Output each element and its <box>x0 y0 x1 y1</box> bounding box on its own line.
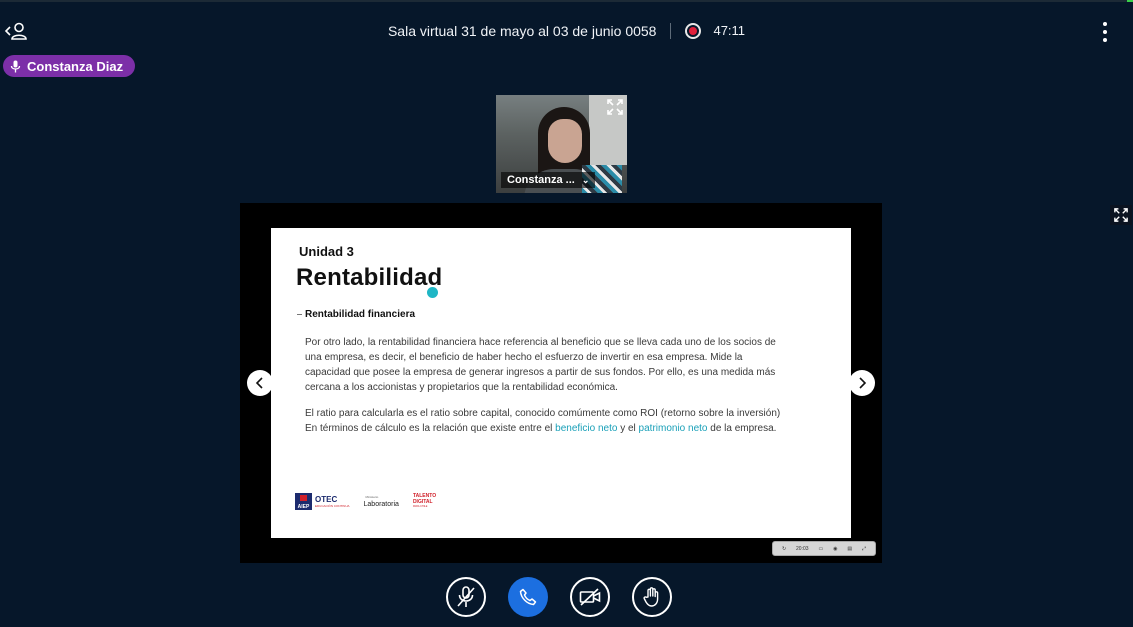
slide-paragraph-2: El ratio para calcularla es el ratio sob… <box>305 406 785 436</box>
camera-button[interactable] <box>570 577 610 617</box>
caption-icon[interactable]: ▤ <box>847 546 852 552</box>
leave-audio-button[interactable] <box>508 577 548 617</box>
talento-digital-logo: TALENTO DIGITAL PARA CHILE <box>413 493 441 509</box>
recording-time: 47:11 <box>713 23 746 38</box>
presenter-pointer <box>427 287 438 298</box>
connection-dot <box>1127 0 1133 2</box>
webcam-name: Constanza ... <box>507 174 575 186</box>
next-slide-button[interactable] <box>849 370 875 396</box>
otec-label: OTEC <box>315 495 338 504</box>
slide-subtitle: Rentabilidad financiera <box>305 309 416 320</box>
slide-mini-toolbar: ↻ 20:03 ▭ ◉ ▤ ⤢ <box>772 541 876 556</box>
record-button[interactable] <box>685 23 702 39</box>
options-menu-button[interactable] <box>1097 22 1113 42</box>
fullscreen-icon[interactable] <box>607 99 623 115</box>
slide-title: Rentabilidad <box>296 264 443 291</box>
microphone-icon <box>10 60 21 72</box>
slide-logos: AIEP OTEC EDUCACIÓN CONTINUA Ministerio … <box>295 493 441 517</box>
mini-time: 20:03 <box>796 545 809 552</box>
link-patrimonio-neto: patrimonio neto <box>638 423 708 434</box>
slide-paragraph-1: Por otro lado, la rentabilidad financier… <box>305 337 776 393</box>
raise-hand-button[interactable] <box>632 577 672 617</box>
action-bar <box>446 577 678 617</box>
fullscreen-icon <box>1114 208 1128 222</box>
refresh-icon[interactable]: ↻ <box>782 546 786 552</box>
aiep-otec-logo: AIEP OTEC EDUCACIÓN CONTINUA <box>295 493 350 510</box>
laboratoria-small-label: Ministerio <box>365 495 379 499</box>
phone-icon <box>519 588 537 606</box>
menu-dot <box>1103 30 1107 34</box>
presentation-fullscreen-button[interactable] <box>1110 205 1132 225</box>
record-icon <box>689 27 698 35</box>
camera-off-icon <box>579 588 601 606</box>
link-beneficio-neto: beneficio neto <box>555 423 618 434</box>
screen-icon[interactable]: ▭ <box>818 546 823 552</box>
paragraph-2-text-b: y el <box>617 423 639 434</box>
otec-sub-label: EDUCACIÓN CONTINUA <box>315 504 350 508</box>
meeting-header: Sala virtual 31 de mayo al 03 de junio 0… <box>0 20 1133 42</box>
mute-button[interactable] <box>446 577 486 617</box>
chevron-right-icon <box>859 377 867 389</box>
otec-logo: OTEC EDUCACIÓN CONTINUA <box>315 495 350 508</box>
presentation-area: Unidad 3 Rentabilidad Rentabilidad finan… <box>240 203 882 563</box>
webcam-name-tag[interactable]: Constanza ... ⌄ <box>501 172 596 188</box>
webcam-person-face <box>548 119 582 163</box>
talento-label: TALENTO DIGITAL <box>412 493 437 505</box>
talker-name: Constanza Diaz <box>27 58 124 74</box>
talking-indicator[interactable]: Constanza Diaz <box>3 55 136 77</box>
aiep-logo: AIEP <box>295 493 312 510</box>
header-divider <box>670 23 672 39</box>
meeting-title: Sala virtual 31 de mayo al 03 de junio 0… <box>387 23 657 39</box>
previous-slide-button[interactable] <box>247 370 273 396</box>
top-progress-line <box>0 0 1133 2</box>
chevron-down-icon: ⌄ <box>581 175 590 185</box>
menu-dot <box>1103 38 1107 42</box>
slide-dash <box>297 314 302 315</box>
kebab-menu-icon <box>1103 22 1107 26</box>
laboratoria-label: Laboratoria <box>363 501 399 508</box>
presentation-slide: Unidad 3 Rentabilidad Rentabilidad finan… <box>271 228 851 538</box>
slide-unit: Unidad 3 <box>299 244 354 259</box>
expand-icon[interactable]: ⤢ <box>862 546 866 552</box>
laboratoria-logo: Ministerio Laboratoria <box>363 495 399 508</box>
webcam-video[interactable]: Constanza ... ⌄ <box>496 95 627 193</box>
talento-sub-label: PARA CHILE <box>412 505 428 508</box>
microphone-off-icon <box>457 586 475 607</box>
paragraph-2-text-c: de la empresa. <box>707 423 777 434</box>
raise-hand-icon <box>643 587 659 607</box>
broadcast-icon[interactable]: ◉ <box>833 546 837 552</box>
chevron-left-icon <box>255 377 263 389</box>
